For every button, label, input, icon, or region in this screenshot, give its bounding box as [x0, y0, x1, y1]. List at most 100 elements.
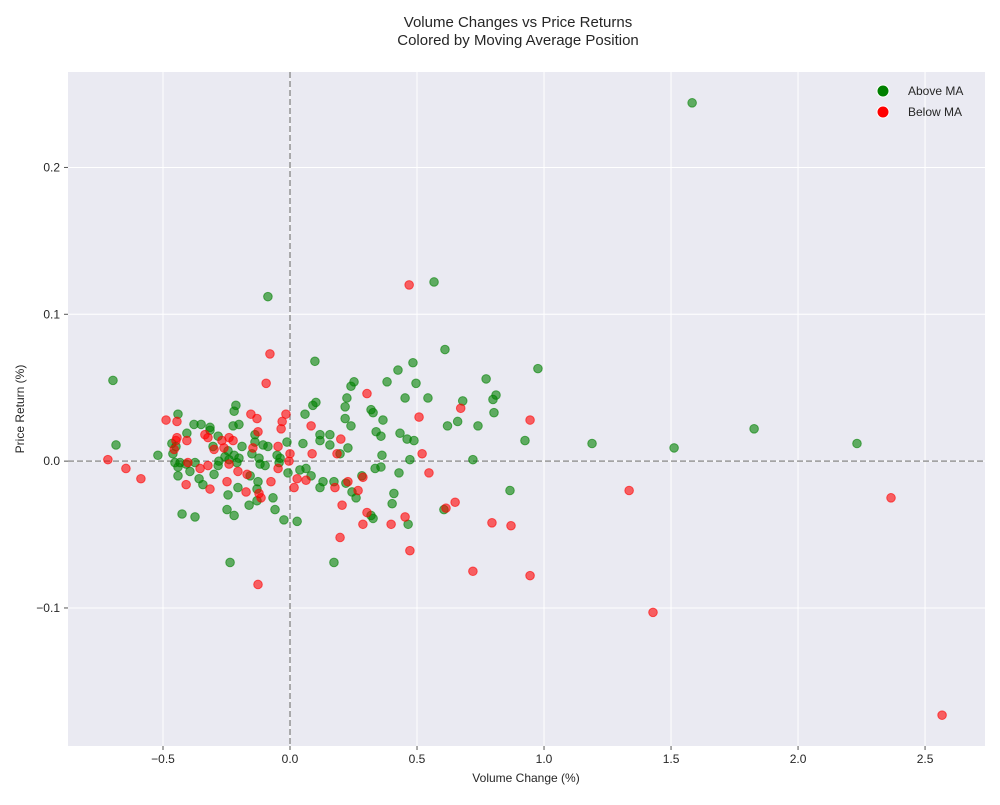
data-point	[749, 424, 759, 434]
data-point	[343, 476, 353, 487]
data-point	[368, 407, 378, 418]
x-tick-label: 1.5	[663, 752, 680, 766]
data-point	[213, 460, 223, 471]
data-point	[335, 532, 345, 543]
data-point	[161, 415, 171, 425]
data-point	[183, 457, 193, 468]
data-point	[244, 500, 254, 510]
data-point	[450, 497, 460, 508]
legend-marker	[876, 105, 890, 119]
data-point	[417, 448, 427, 459]
scatter-chart: Volume Changes vs Price Returns Colored …	[13, 14, 985, 785]
x-tick-label: 2.5	[917, 752, 934, 766]
data-point	[203, 432, 213, 443]
data-point	[261, 378, 271, 389]
data-point	[177, 509, 187, 519]
data-point	[429, 277, 439, 287]
data-point	[520, 435, 530, 446]
data-point	[219, 443, 229, 453]
data-point	[281, 409, 291, 419]
data-point	[343, 443, 353, 453]
data-point	[307, 448, 317, 459]
data-point	[394, 468, 404, 478]
data-point	[330, 482, 340, 493]
legend-label: Above MA	[908, 84, 963, 98]
data-point	[103, 454, 113, 465]
data-point	[232, 457, 242, 468]
data-point	[225, 557, 235, 568]
y-tick-label: 0.2	[43, 160, 60, 174]
data-point	[242, 469, 252, 480]
data-point	[315, 435, 325, 446]
data-point	[275, 453, 285, 463]
data-point	[222, 504, 232, 515]
data-point	[273, 463, 283, 474]
data-point	[253, 579, 263, 590]
data-point	[237, 441, 247, 452]
data-point	[395, 428, 405, 439]
data-point	[315, 482, 325, 493]
data-point	[358, 519, 368, 530]
data-point	[311, 397, 321, 408]
data-point	[205, 484, 215, 494]
data-point	[400, 512, 410, 522]
data-point	[252, 413, 262, 424]
x-tick-label: −0.5	[151, 752, 175, 766]
data-point	[473, 421, 483, 431]
data-point	[194, 473, 204, 484]
data-point	[222, 476, 232, 487]
data-point	[488, 394, 498, 405]
data-point	[353, 485, 363, 496]
data-point	[203, 460, 213, 471]
data-point	[234, 419, 244, 430]
y-tick-label: −0.1	[36, 601, 60, 615]
data-point	[400, 393, 410, 403]
y-axis-ticks: −0.1 0.0 0.1 0.2	[36, 160, 68, 615]
data-point	[852, 438, 862, 449]
x-axis-label: Volume Change (%)	[472, 771, 579, 785]
data-point	[276, 424, 286, 434]
data-point	[268, 493, 278, 503]
data-point	[284, 456, 294, 466]
data-point	[382, 377, 392, 387]
chart-subtitle: Colored by Moving Average Position	[397, 32, 639, 49]
data-point	[289, 482, 299, 493]
data-point	[270, 504, 280, 515]
data-point	[525, 570, 535, 581]
data-point	[340, 401, 350, 412]
data-point	[136, 473, 146, 484]
data-point	[172, 416, 182, 427]
data-point	[409, 435, 419, 446]
legend-label: Below MA	[908, 105, 962, 119]
data-point	[358, 472, 368, 483]
data-point	[342, 393, 352, 403]
data-point	[292, 516, 302, 527]
data-point	[228, 435, 238, 446]
data-point	[455, 403, 466, 414]
data-point	[886, 493, 896, 503]
data-point	[121, 463, 131, 474]
data-point	[266, 476, 276, 487]
data-point	[224, 459, 234, 469]
data-point	[405, 545, 415, 556]
data-point	[248, 443, 258, 453]
data-point	[424, 468, 434, 478]
data-point	[173, 471, 183, 481]
data-point	[205, 422, 215, 433]
x-tick-label: 2.0	[790, 752, 807, 766]
data-point	[329, 557, 339, 568]
chart-title: Volume Changes vs Price Returns	[404, 14, 632, 31]
data-point	[487, 518, 497, 528]
data-point	[265, 349, 275, 359]
data-point	[441, 503, 451, 513]
data-point	[292, 473, 302, 484]
data-point	[325, 429, 335, 440]
data-point	[386, 519, 396, 530]
data-point	[229, 406, 239, 417]
data-point	[624, 485, 634, 496]
legend-marker	[876, 84, 890, 98]
data-point	[189, 419, 199, 430]
data-point	[195, 463, 205, 474]
data-point	[279, 515, 289, 525]
data-point	[506, 520, 516, 531]
